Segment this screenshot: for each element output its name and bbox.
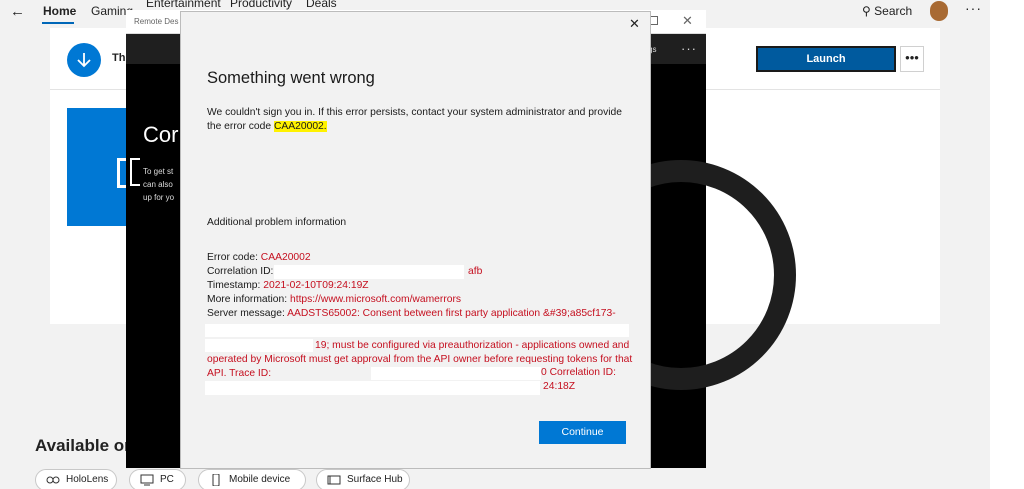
more-button[interactable]: ••• (900, 46, 924, 72)
intro-line: up for yo (143, 193, 175, 202)
tab-productivity[interactable]: Productivity (230, 0, 292, 10)
error-code-label: Error code: (207, 252, 261, 263)
search-icon: ⚲ (862, 4, 871, 18)
tab-deals[interactable]: Deals (306, 0, 337, 10)
remote-desktop-title: Remote Des (134, 17, 179, 26)
tab-entertainment[interactable]: Entertainment (146, 0, 221, 10)
search-label: Search (874, 4, 913, 18)
more-information-label: More information: (207, 294, 290, 305)
timestamp-label: Timestamp: (207, 280, 264, 291)
tab-home[interactable]: Home (43, 4, 76, 18)
error-dialog: ✕ Something went wrong We couldn't sign … (180, 11, 651, 469)
more-information-line: More information: https://www.microsoft.… (207, 294, 461, 305)
server-message-value: AADSTS65002: Consent between first party… (287, 308, 616, 319)
correlation-id-label: Correlation ID: (207, 266, 274, 277)
right-margin (990, 0, 1024, 489)
message-period: . (323, 121, 327, 132)
platform-chip-surface-hub[interactable]: Surface Hub (316, 469, 410, 489)
launch-button[interactable]: Launch (756, 46, 896, 72)
message-text: We couldn't sign you in. If this error p… (207, 107, 622, 132)
avatar[interactable] (930, 1, 948, 21)
timestamp-value: 2021-02-10T09:24:19Z (263, 280, 369, 291)
surface-hub-icon (327, 475, 341, 485)
redacted-trace-id (371, 367, 541, 380)
server-message-line: Server message: AADSTS65002: Consent bet… (207, 308, 616, 319)
dialog-close-icon[interactable]: ✕ (629, 16, 640, 32)
remote-desktop-frame-icon (130, 158, 140, 186)
error-code-line: Error code: CAA20002 (207, 252, 311, 263)
correlation-id-line: Correlation ID: (207, 266, 273, 277)
trace-id-tail: 0 Correlation ID: (541, 367, 616, 378)
platform-chip-label: HoloLens (66, 474, 109, 485)
redacted-correlation-id (274, 265, 464, 279)
back-arrow-icon[interactable]: ← (10, 3, 25, 20)
intro-line: can also (143, 180, 173, 189)
redacted-app-id-tail (205, 339, 313, 352)
download-icon (67, 43, 101, 77)
hololens-icon (46, 476, 60, 484)
remote-desktop-heading: Cor (143, 122, 179, 147)
close-icon[interactable]: ✕ (682, 13, 693, 29)
platform-chip-label: Surface Hub (347, 474, 403, 485)
correlation-id-tail: afb (468, 266, 483, 277)
server-message-label: Server message: (207, 308, 288, 319)
search-button[interactable]: ⚲ Search (862, 4, 912, 18)
platform-chip-pc[interactable]: PC (129, 469, 186, 489)
timestamp-line: Timestamp: 2021-02-10T09:24:19Z (207, 280, 369, 291)
redacted-correlation-and-time (205, 381, 540, 395)
server-time-tail: 24:18Z (543, 381, 576, 392)
active-tab-indicator (42, 22, 74, 24)
platform-chip-label: Mobile device (229, 474, 291, 485)
intro-line: To get st (143, 167, 174, 176)
platform-chip-mobile-device[interactable]: Mobile device (198, 469, 306, 489)
error-code-value: CAA20002 (260, 252, 311, 263)
dialog-message: We couldn't sign you in. If this error p… (207, 106, 627, 134)
app-title: Th (112, 52, 126, 64)
mobile-device-icon (212, 474, 220, 486)
available-on-heading: Available on (35, 436, 135, 455)
more-options-icon[interactable]: ··· (965, 0, 982, 16)
continue-button[interactable]: Continue (539, 421, 626, 444)
highlighted-error-code: CAA20002 (273, 121, 324, 132)
platform-chip-hololens[interactable]: HoloLens (35, 469, 117, 489)
pc-icon (140, 474, 154, 486)
dialog-heading: Something went wrong (207, 69, 375, 87)
platform-chip-label: PC (160, 474, 174, 485)
additional-info-heading: Additional problem information (207, 217, 347, 228)
remote-desktop-intro: To get st can also up for yo (143, 165, 183, 204)
more-options-icon[interactable]: ··· (681, 41, 697, 56)
redacted-app-id (205, 324, 629, 337)
more-information-link[interactable]: https://www.microsoft.com/wamerrors (290, 294, 461, 305)
